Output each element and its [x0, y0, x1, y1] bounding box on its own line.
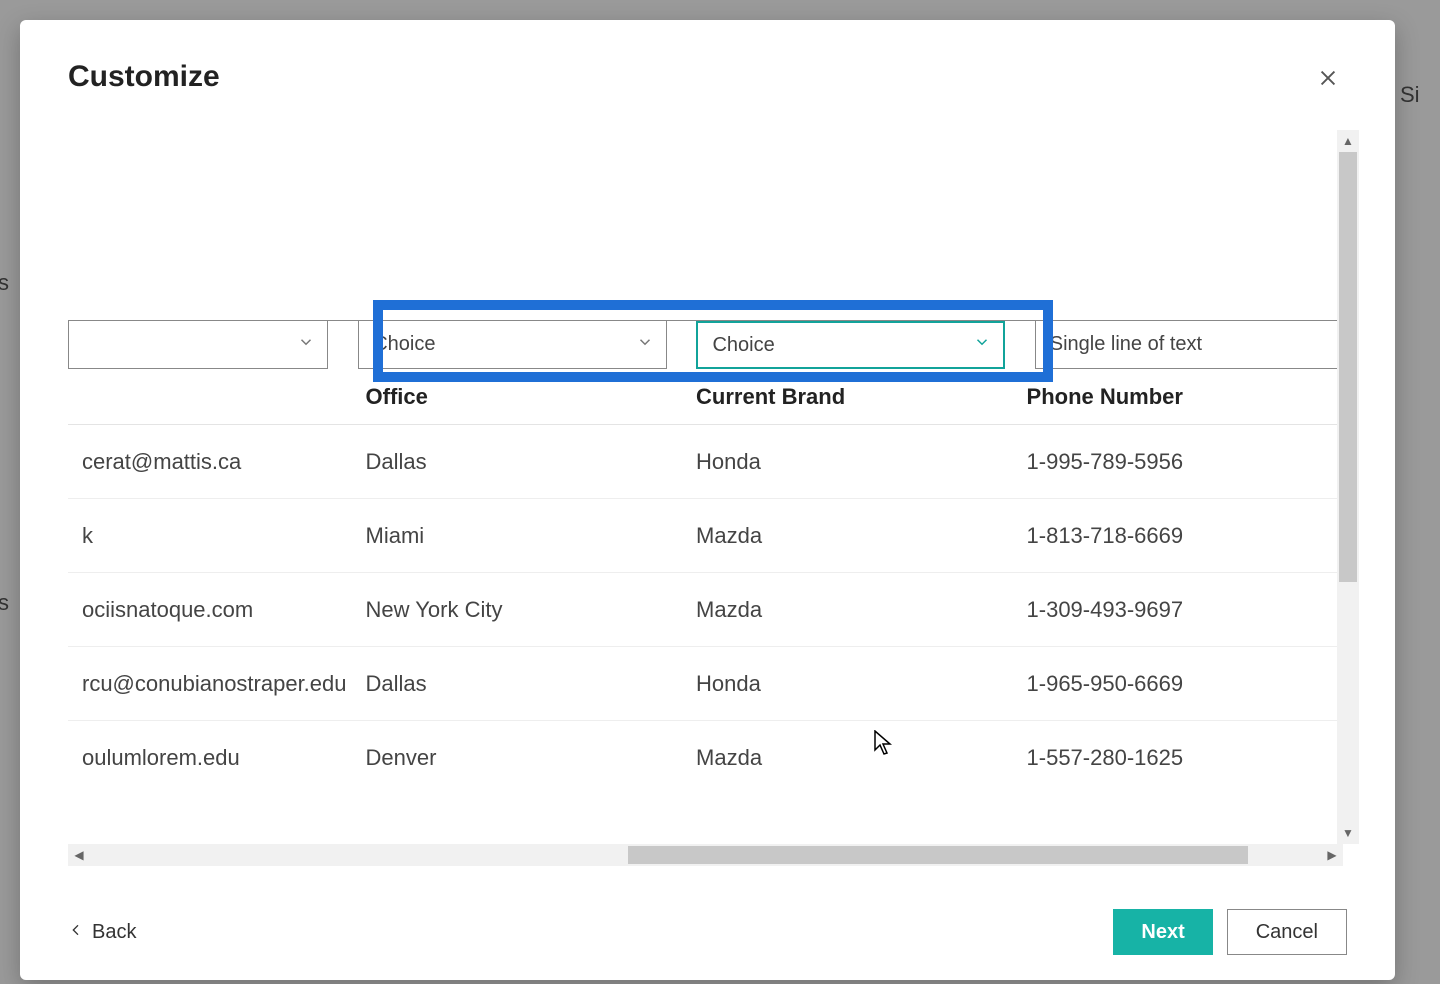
chevron-left-icon: [68, 921, 84, 944]
table-row[interactable]: ociisnatoque.com New York City Mazda 1-3…: [68, 573, 1343, 647]
cell: Mazda: [682, 523, 1013, 549]
cell: 1-813-718-6669: [1013, 523, 1344, 549]
gap: [1005, 321, 1035, 369]
scroll-down-arrow-icon[interactable]: ▼: [1337, 822, 1359, 844]
cell: 1-995-789-5956: [1013, 449, 1344, 475]
chevron-down-icon: [973, 333, 991, 357]
column-header-phone-number: Phone Number: [1013, 384, 1344, 410]
close-icon: [1317, 64, 1339, 95]
chevron-down-icon: [297, 333, 315, 357]
table-row[interactable]: cerat@mattis.ca Dallas Honda 1-995-789-5…: [68, 425, 1343, 499]
column-type-select-phone[interactable]: Single line of text: [1035, 321, 1343, 369]
close-button[interactable]: [1309, 60, 1347, 100]
cell: Honda: [682, 671, 1013, 697]
cell: Dallas: [352, 449, 683, 475]
scroll-up-arrow-icon[interactable]: ▲: [1337, 130, 1359, 152]
cell: ociisnatoque.com: [68, 597, 352, 623]
cell: Mazda: [682, 597, 1013, 623]
scroll-left-arrow-icon[interactable]: ◀: [68, 844, 90, 866]
scroll-thumb[interactable]: [628, 846, 1248, 864]
background-text: s: [0, 270, 9, 296]
scroll-thumb[interactable]: [1339, 152, 1357, 582]
cell: Honda: [682, 449, 1013, 475]
chevron-down-icon: [636, 333, 654, 357]
customize-modal: Customize Choice: [20, 20, 1395, 980]
cancel-button[interactable]: Cancel: [1227, 909, 1347, 955]
column-type-value: Single line of text: [1050, 333, 1202, 356]
table-row[interactable]: rcu@conubianostraper.edu Dallas Honda 1-…: [68, 647, 1343, 721]
cell: Miami: [352, 523, 683, 549]
data-grid: Choice Choice Single line of text: [68, 320, 1343, 844]
gap: [328, 321, 358, 369]
cell: rcu@conubianostraper.edu: [68, 671, 352, 697]
column-type-select-office[interactable]: Choice: [358, 321, 666, 369]
scroll-right-arrow-icon[interactable]: ▶: [1321, 844, 1343, 866]
column-type-row: Choice Choice Single line of text: [68, 321, 1343, 369]
column-type-value: Choice: [373, 333, 435, 356]
modal-title: Customize: [68, 60, 220, 94]
scroll-area: Choice Choice Single line of text: [68, 110, 1365, 884]
back-label: Back: [92, 921, 136, 944]
modal-header: Customize: [20, 20, 1395, 110]
cell: cerat@mattis.ca: [68, 449, 352, 475]
modal-footer: Back Next Cancel: [20, 884, 1395, 980]
background-text: s: [0, 590, 9, 616]
cell: New York City: [352, 597, 683, 623]
column-header-row: Office Current Brand Phone Number: [68, 369, 1343, 425]
cell: Denver: [352, 745, 683, 771]
back-button[interactable]: Back: [68, 921, 136, 944]
column-type-value: Choice: [712, 334, 774, 357]
column-type-select-current-brand[interactable]: Choice: [696, 321, 1004, 369]
background-text: Si: [1400, 82, 1420, 108]
cell: k: [68, 523, 352, 549]
cell: 1-965-950-6669: [1013, 671, 1344, 697]
cell: Mazda: [682, 745, 1013, 771]
column-header-office: Office: [352, 384, 683, 410]
cell: Dallas: [352, 671, 683, 697]
horizontal-scrollbar[interactable]: ◀ ▶: [68, 844, 1343, 866]
cell: 1-557-280-1625: [1013, 745, 1344, 771]
cell: oulumlorem.edu: [68, 745, 352, 771]
modal-body: Choice Choice Single line of text: [20, 110, 1395, 884]
column-type-select-0[interactable]: [68, 321, 328, 369]
gap: [667, 321, 697, 369]
vertical-scrollbar[interactable]: ▲ ▼: [1337, 130, 1359, 844]
column-header-current-brand: Current Brand: [682, 384, 1013, 410]
table-row[interactable]: k Miami Mazda 1-813-718-6669: [68, 499, 1343, 573]
next-button[interactable]: Next: [1113, 909, 1212, 955]
data-rows: cerat@mattis.ca Dallas Honda 1-995-789-5…: [68, 425, 1343, 795]
table-row[interactable]: oulumlorem.edu Denver Mazda 1-557-280-16…: [68, 721, 1343, 795]
cell: 1-309-493-9697: [1013, 597, 1344, 623]
